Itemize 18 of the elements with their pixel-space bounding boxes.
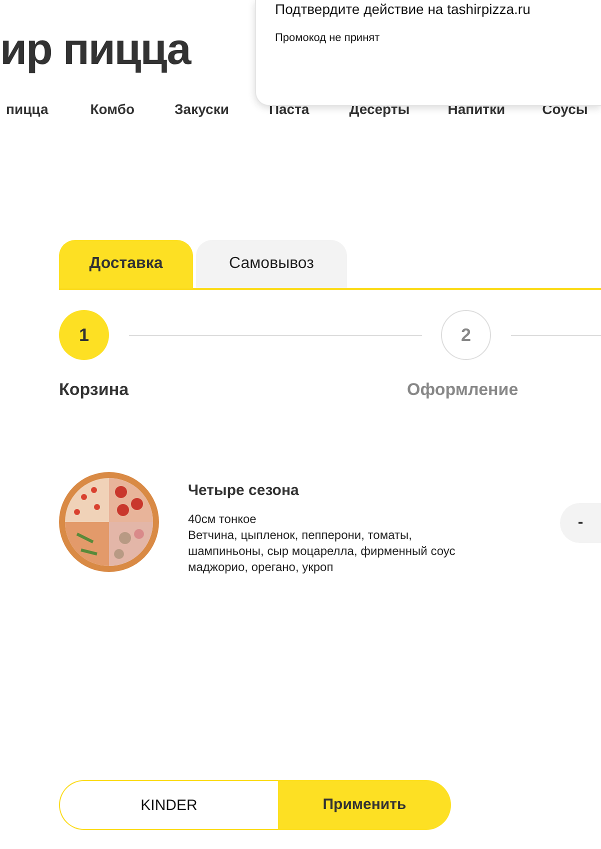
step-label: Оформление — [407, 379, 518, 401]
tab[interactable]: Доставка — [59, 240, 193, 288]
step-number: 2 — [441, 310, 491, 360]
promo-code-field[interactable]: KINDER — [59, 780, 278, 830]
step-number: 1 — [59, 310, 109, 360]
step-label: Корзина — [59, 379, 129, 401]
apply-button[interactable]: Применить — [278, 780, 451, 830]
nav-link[interactable]: пицца — [6, 98, 48, 120]
product-ingredients: Ветчина, цыпленок, пепперони, томаты, шампиньоны, сыр моцарелла, фирменный соус маджорио, орегано, укроп — [188, 526, 456, 574]
product-size: 40см тонкое — [188, 510, 258, 526]
nav-link[interactable]: Закуски — [174, 98, 229, 120]
dialog-message: Промокод не принят — [275, 31, 381, 46]
product-name: Четыре сезона — [188, 481, 300, 501]
tab[interactable]: Самовывоз — [196, 240, 347, 288]
decrease-button[interactable]: - — [560, 503, 601, 543]
nav-link[interactable]: Комбо — [90, 98, 135, 120]
logo-text[interactable]: ир пицца — [0, 28, 190, 72]
dialog-title: Подтвердите действие на tashirpizza.ru — [275, 0, 532, 19]
